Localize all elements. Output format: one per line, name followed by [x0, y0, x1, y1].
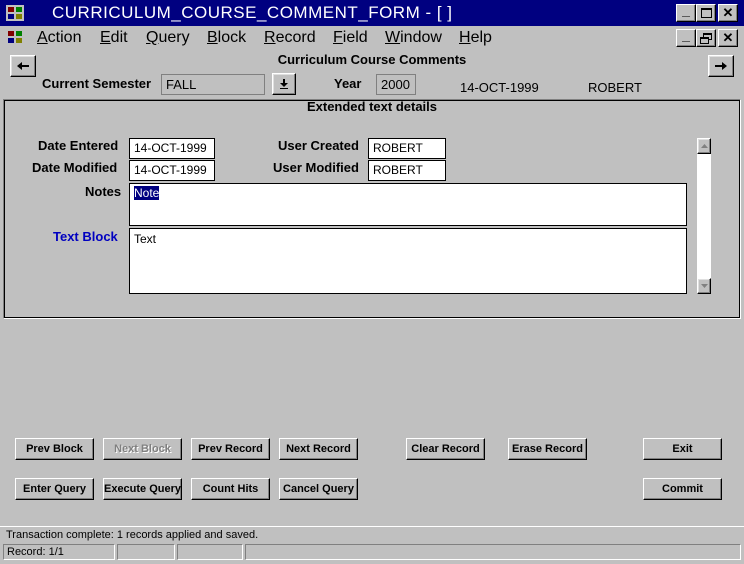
minimize-button[interactable]: _	[676, 2, 696, 22]
year-field[interactable]: 2000	[376, 74, 416, 95]
notes-label: Notes	[85, 184, 122, 199]
text-block-label: Text Block	[53, 229, 118, 244]
window-title: CURRICULUM_COURSE_COMMENT_FORM - [ ]	[52, 3, 453, 22]
status-message: Transaction complete: 1 records applied …	[6, 529, 259, 541]
maximize-icon	[700, 8, 712, 18]
execute-query-button[interactable]: Execute Query	[103, 478, 182, 500]
notes-field[interactable]: Note	[129, 183, 687, 226]
status-indicators: Record: 1/1	[3, 544, 741, 561]
form-title: Curriculum Course Comments	[277, 52, 467, 67]
doc-minimize-icon: _	[682, 27, 690, 43]
menu-edit[interactable]: Edit	[100, 29, 128, 47]
status-cell-3	[177, 544, 243, 560]
status-cell-2	[117, 544, 175, 560]
menu-window[interactable]: Window	[385, 29, 442, 47]
scroll-up-button[interactable]	[697, 138, 711, 154]
next-block-button[interactable]: Next Block	[103, 438, 182, 460]
prev-record-button[interactable]: Prev Record	[191, 438, 270, 460]
menu-record[interactable]: Record	[264, 29, 316, 47]
doc-restore-button[interactable]	[696, 29, 716, 47]
scroll-down-icon	[700, 284, 708, 288]
header-user: ROBERT	[588, 80, 642, 95]
user-created-field[interactable]: ROBERT	[368, 138, 446, 159]
status-cell-4	[245, 544, 741, 560]
user-modified-label: User Modified	[273, 160, 359, 175]
year-label: Year	[334, 76, 362, 91]
date-modified-label: Date Modified	[32, 160, 118, 175]
current-semester-label: Current Semester	[42, 76, 152, 91]
semester-list-button[interactable]	[272, 73, 296, 95]
maximize-button[interactable]	[696, 4, 716, 22]
user-created-label: User Created	[278, 138, 359, 153]
download-arrow-icon	[280, 79, 288, 89]
doc-minimize-button[interactable]: _	[676, 27, 696, 47]
text-block-field[interactable]: Text	[129, 228, 687, 294]
erase-record-button[interactable]: Erase Record	[508, 438, 587, 460]
minimize-icon: _	[682, 2, 690, 18]
cancel-query-button[interactable]: Cancel Query	[279, 478, 358, 500]
record-indicator: Record: 1/1	[3, 544, 115, 560]
close-icon: ✕	[722, 5, 734, 20]
next-record-button[interactable]: Next Record	[279, 438, 358, 460]
date-entered-field[interactable]: 14-OCT-1999	[129, 138, 215, 159]
count-hits-button[interactable]: Count Hits	[191, 478, 270, 500]
vertical-scrollbar[interactable]	[696, 137, 712, 295]
menu-query[interactable]: Query	[146, 29, 190, 47]
scroll-up-icon	[700, 144, 708, 148]
date-entered-label: Date Entered	[38, 138, 119, 153]
close-button[interactable]: ✕	[718, 4, 738, 22]
menu-help[interactable]: Help	[459, 29, 492, 47]
oracle-forms-app-icon[interactable]	[6, 5, 24, 21]
exit-button[interactable]: Exit	[643, 438, 722, 460]
date-modified-field[interactable]: 14-OCT-1999	[129, 160, 215, 181]
doc-close-button[interactable]: ✕	[718, 29, 738, 47]
restore-icon	[700, 32, 712, 44]
document-icon[interactable]	[6, 29, 24, 45]
commit-button[interactable]: Commit	[643, 478, 722, 500]
menu-action[interactable]: Action	[37, 29, 81, 47]
user-modified-field[interactable]: ROBERT	[368, 160, 446, 181]
enter-query-button[interactable]: Enter Query	[15, 478, 94, 500]
title-bar: CURRICULUM_COURSE_COMMENT_FORM - [ ] _ ✕	[0, 0, 744, 26]
notes-selected-text: Note	[134, 186, 160, 200]
prev-block-button[interactable]: Prev Block	[15, 438, 94, 460]
menu-field[interactable]: Field	[333, 29, 368, 47]
header-date: 14-OCT-1999	[460, 80, 539, 95]
section-title: Extended text details	[306, 99, 438, 114]
menu-block[interactable]: Block	[207, 29, 246, 47]
current-semester-field[interactable]: FALL	[161, 74, 265, 95]
doc-close-icon: ✕	[722, 30, 734, 45]
clear-record-button[interactable]: Clear Record	[406, 438, 485, 460]
menu-bar: Action Edit Query Block Record Field Win…	[0, 26, 744, 50]
scroll-down-button[interactable]	[697, 278, 711, 294]
